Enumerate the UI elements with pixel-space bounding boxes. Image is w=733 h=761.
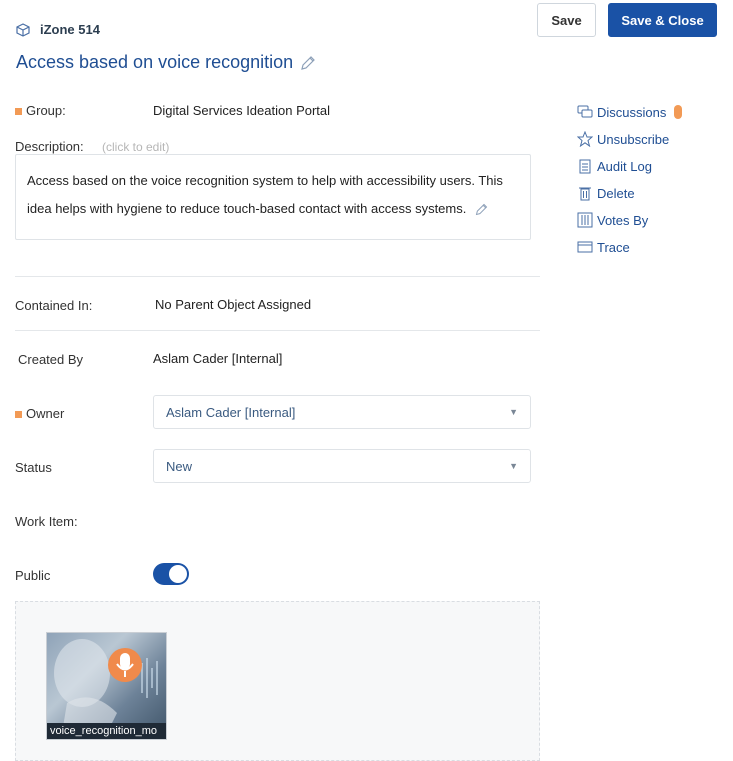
status-select[interactable]: New ▼ (153, 449, 531, 483)
toggle-knob (169, 565, 187, 583)
description-edit-hint[interactable]: (click to edit) (102, 140, 169, 154)
owner-select[interactable]: Aslam Cader [Internal] ▼ (153, 395, 531, 429)
description-label: Description: (15, 139, 84, 154)
star-icon (577, 131, 593, 147)
chevron-down-icon: ▼ (509, 407, 518, 417)
contained-in-value[interactable]: No Parent Object Assigned (155, 297, 311, 312)
public-toggle[interactable] (153, 563, 189, 585)
attachment-caption: voice_recognition_mo (47, 723, 166, 739)
edit-description-pencil-icon[interactable] (474, 202, 489, 217)
chevron-down-icon: ▼ (509, 461, 518, 471)
sidebar-item-label: Audit Log (597, 158, 652, 174)
required-marker (15, 411, 22, 419)
sidebar-item-label: Trace (597, 239, 630, 255)
status-label: Status (15, 460, 52, 475)
edit-title-pencil-icon[interactable] (299, 54, 317, 72)
sidebar-item-unsubscribe[interactable]: Unsubscribe (577, 131, 669, 147)
created-by-label: Created By (18, 352, 84, 367)
discussion-count-badge (674, 105, 683, 119)
required-marker (15, 108, 22, 116)
page-title-row: Access based on voice recognition (16, 52, 317, 73)
status-selected-value: New (166, 458, 193, 474)
owner-field-label: Owner (15, 406, 64, 421)
sidebar-item-discussions[interactable]: Discussions (577, 104, 683, 120)
divider (15, 330, 540, 331)
cube-icon (16, 22, 30, 37)
page-title: Access based on voice recognition (16, 52, 294, 72)
sidebar-item-label: Votes By (597, 212, 649, 228)
sidebar-item-label: Delete (597, 185, 635, 201)
sidebar-item-label: Unsubscribe (597, 131, 670, 147)
public-label: Public (15, 568, 51, 583)
work-item-label: Work Item: (15, 514, 78, 529)
clipboard-icon (579, 159, 591, 174)
group-value[interactable]: Digital Services Ideation Portal (153, 103, 330, 118)
sidebar-item-audit-log[interactable]: Audit Log (577, 158, 652, 174)
attachment-thumbnail[interactable]: voice_recognition_mo (46, 632, 167, 740)
record-id-header: iZone 514 (16, 22, 100, 37)
description-box[interactable]: Access based on the voice recognition sy… (15, 154, 531, 240)
sidebar-item-votes-by[interactable]: Votes By (577, 212, 648, 228)
chat-icon (577, 105, 593, 118)
save-close-button[interactable]: Save & Close (608, 3, 717, 37)
trash-icon (579, 187, 591, 201)
sidebar-item-delete[interactable]: Delete (577, 185, 635, 201)
group-field-label: Group: (15, 103, 66, 118)
created-by-value: Aslam Cader [Internal] (153, 351, 283, 366)
save-button[interactable]: Save (537, 3, 596, 37)
window-icon (577, 241, 593, 253)
votes-icon (577, 212, 593, 228)
description-text: Access based on the voice recognition sy… (27, 173, 503, 216)
sidebar-item-trace[interactable]: Trace (577, 239, 630, 255)
sidebar-item-label: Discussions (597, 104, 667, 120)
contained-in-label: Contained In: (15, 298, 93, 313)
divider (15, 276, 540, 277)
owner-selected-value: Aslam Cader [Internal] (166, 404, 296, 420)
record-id: iZone 514 (40, 22, 100, 37)
